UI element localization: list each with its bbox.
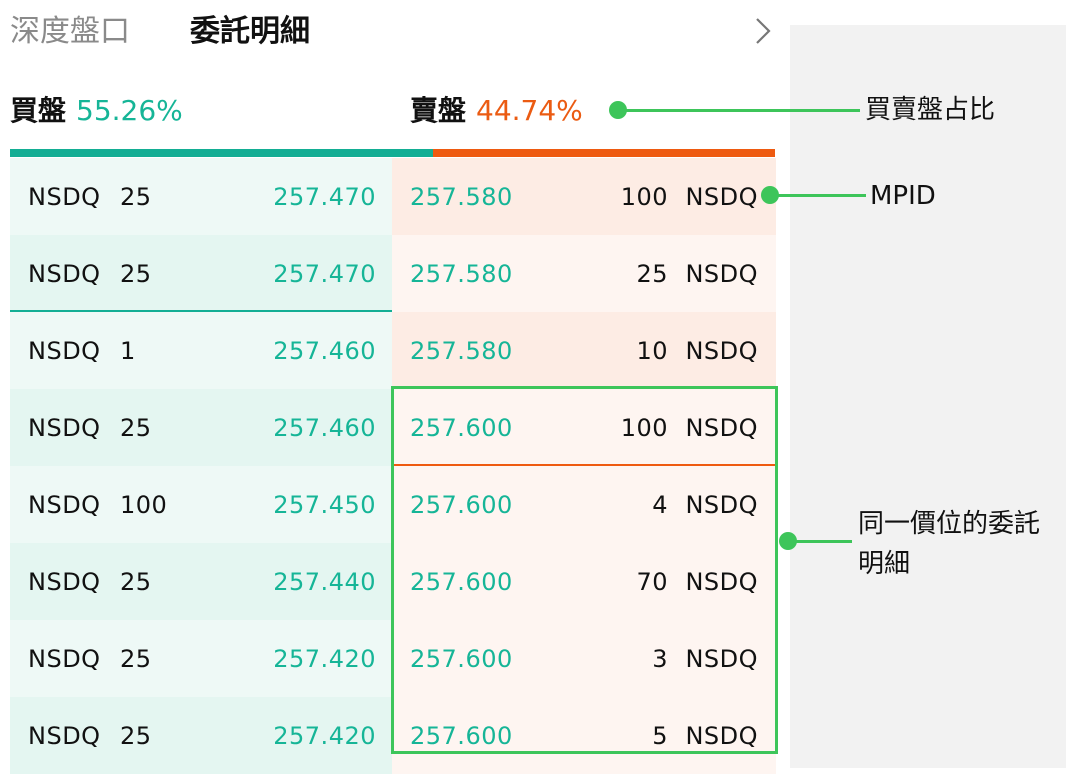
side-panel: [790, 25, 1066, 768]
ask-size: 100: [620, 183, 668, 211]
ask-mpid: NSDQ: [685, 722, 758, 750]
ask-orders-list: 257.580 100 NSDQ 257.580 25 NSDQ 257.580 10 NSDQ…: [392, 158, 776, 774]
ask-price: 257.600: [410, 414, 513, 442]
ask-price: 257.580: [410, 260, 513, 288]
ask-size: 70: [636, 568, 668, 596]
ask-price: 257.600: [410, 491, 513, 519]
ask-row[interactable]: 257.600 4 NSDQ: [392, 466, 776, 543]
tab-order-detail[interactable]: 委託明細: [190, 10, 310, 54]
ask-mpid: NSDQ: [685, 183, 758, 211]
bid-size: 25: [120, 414, 152, 442]
buy-ratio: 買盤 55.26%: [10, 90, 183, 132]
bid-size: 100: [120, 491, 168, 519]
bid-mpid: NSDQ: [28, 260, 101, 288]
buy-ratio-percent: 55.26%: [76, 94, 183, 127]
bid-price: 257.420: [273, 722, 376, 750]
annotation-line-ratio: [620, 109, 860, 112]
ask-row[interactable]: 257.600 3 NSDQ: [392, 620, 776, 697]
annotation-line-mpid: [772, 194, 866, 197]
bid-row[interactable]: NSDQ 25 257.420: [10, 620, 392, 697]
ask-size: 4: [652, 491, 668, 519]
ask-mpid: NSDQ: [685, 414, 758, 442]
ask-mpid: NSDQ: [685, 337, 758, 365]
bid-mpid: NSDQ: [28, 645, 101, 673]
ask-row[interactable]: 257.600 5 NSDQ: [392, 697, 776, 774]
bid-price: 257.460: [273, 337, 376, 365]
ask-row[interactable]: 257.580 100 NSDQ: [392, 158, 776, 235]
sell-ratio: 賣盤 44.74%: [410, 90, 583, 132]
ask-price: 257.580: [410, 337, 513, 365]
ask-mpid: NSDQ: [685, 568, 758, 596]
ask-price: 257.600: [410, 645, 513, 673]
ask-row[interactable]: 257.600 70 NSDQ: [392, 543, 776, 620]
ask-row[interactable]: 257.600 100 NSDQ: [392, 389, 776, 466]
sell-ratio-label: 賣盤: [410, 94, 467, 127]
tab-depth[interactable]: 深度盤口: [10, 10, 130, 54]
ask-size: 5: [652, 722, 668, 750]
bid-size: 25: [120, 260, 152, 288]
annotation-line-same-price: [790, 540, 852, 543]
chevron-right-icon[interactable]: [748, 14, 778, 48]
bid-row[interactable]: NSDQ 25 257.470: [10, 235, 392, 312]
bid-mpid: NSDQ: [28, 491, 101, 519]
bid-row[interactable]: NSDQ 25 257.440: [10, 543, 392, 620]
bid-price: 257.420: [273, 645, 376, 673]
bid-row[interactable]: NSDQ 25 257.470: [10, 158, 392, 235]
ask-price: 257.600: [410, 722, 513, 750]
bid-size: 25: [120, 568, 152, 596]
bid-price: 257.450: [273, 491, 376, 519]
ask-size: 100: [620, 414, 668, 442]
annotation-ratio-label: 買賣盤占比: [865, 95, 996, 125]
bid-row[interactable]: NSDQ 1 257.460: [10, 312, 392, 389]
bid-size: 25: [120, 722, 152, 750]
bid-row[interactable]: NSDQ 25 257.460: [10, 389, 392, 466]
bid-mpid: NSDQ: [28, 414, 101, 442]
buy-ratio-bar: [10, 149, 433, 157]
ask-price: 257.580: [410, 183, 513, 211]
ask-size: 25: [636, 260, 668, 288]
annotation-same-price-label: 同一價位的委託明細: [858, 509, 1041, 579]
ask-price: 257.600: [410, 568, 513, 596]
bid-price: 257.440: [273, 568, 376, 596]
bid-row[interactable]: NSDQ 100 257.450: [10, 466, 392, 543]
bid-mpid: NSDQ: [28, 183, 101, 211]
ask-size: 3: [652, 645, 668, 673]
bid-mpid: NSDQ: [28, 568, 101, 596]
ask-size: 10: [636, 337, 668, 365]
bid-size: 25: [120, 183, 152, 211]
bid-mpid: NSDQ: [28, 722, 101, 750]
bid-price: 257.470: [273, 183, 376, 211]
bid-row[interactable]: NSDQ 25 257.420: [10, 697, 392, 774]
ask-mpid: NSDQ: [685, 491, 758, 519]
ask-row[interactable]: 257.580 25 NSDQ: [392, 235, 776, 312]
ask-row[interactable]: 257.580 10 NSDQ: [392, 312, 776, 389]
ask-mpid: NSDQ: [685, 260, 758, 288]
annotation-mpid-label: MPID: [870, 181, 936, 211]
bid-size: 1: [120, 337, 136, 365]
bid-price: 257.470: [273, 260, 376, 288]
sell-ratio-percent: 44.74%: [476, 94, 583, 127]
buy-ratio-label: 買盤: [10, 94, 67, 127]
bid-price: 257.460: [273, 414, 376, 442]
bid-orders-list: NSDQ 25 257.470 NSDQ 25 257.470 NSDQ 1 257.460 NS…: [10, 158, 392, 774]
bid-mpid: NSDQ: [28, 337, 101, 365]
sell-ratio-bar: [433, 149, 775, 157]
ask-mpid: NSDQ: [685, 645, 758, 673]
bid-size: 25: [120, 645, 152, 673]
